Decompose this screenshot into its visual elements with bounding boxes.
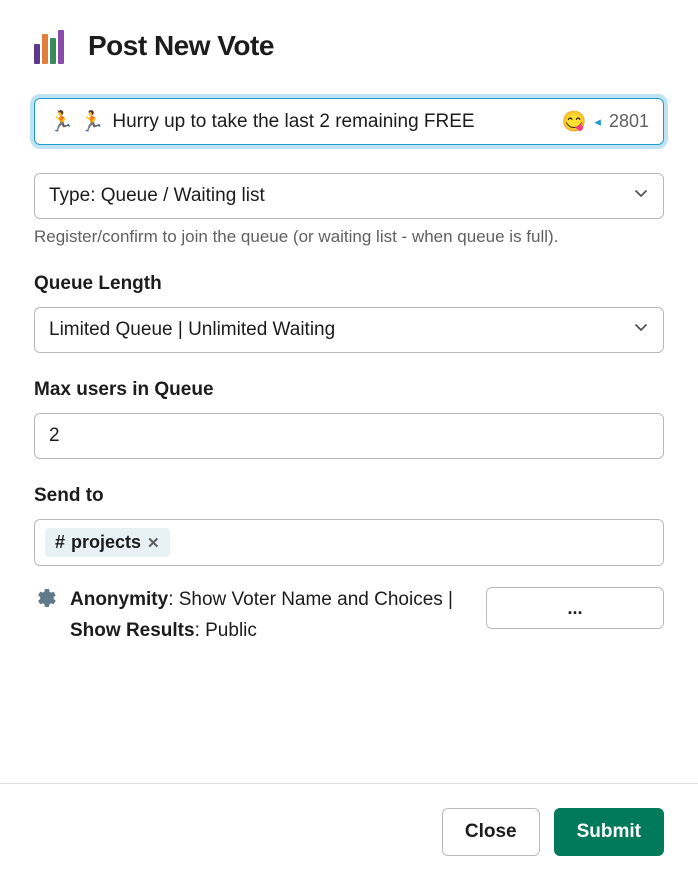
modal-header: Post New Vote xyxy=(34,28,664,64)
anonymity-label: Anonymity xyxy=(70,589,168,610)
max-users-input[interactable] xyxy=(34,413,664,459)
app-logo-icon xyxy=(34,28,70,64)
send-to-input[interactable]: # projects ✕ xyxy=(34,519,664,566)
caret-icon: ◂ xyxy=(594,114,601,130)
close-button[interactable]: Close xyxy=(442,808,540,856)
hash-icon: # xyxy=(55,532,65,553)
max-users-label: Max users in Queue xyxy=(34,379,664,401)
settings-summary-row: Anonymity: Show Voter Name and Choices |… xyxy=(34,584,664,647)
tongue-emoji-icon: 😋 xyxy=(562,109,587,134)
running-emoji-icon: 🏃 🏃 xyxy=(49,109,104,134)
send-to-label: Send to xyxy=(34,485,664,507)
channel-chip[interactable]: # projects ✕ xyxy=(45,528,170,557)
gear-icon xyxy=(34,587,58,616)
channel-name: projects xyxy=(71,532,141,553)
submit-button[interactable]: Submit xyxy=(554,808,664,856)
settings-summary: Anonymity: Show Voter Name and Choices |… xyxy=(70,584,474,647)
chevron-down-icon xyxy=(633,185,649,207)
queue-length-label: Queue Length xyxy=(34,273,664,295)
results-label: Show Results xyxy=(70,620,195,641)
results-value: : Public xyxy=(195,620,257,641)
type-select-value: Type: Queue / Waiting list xyxy=(49,185,265,207)
anonymity-value: : Show Voter Name and Choices | xyxy=(168,589,453,610)
remove-chip-icon[interactable]: ✕ xyxy=(147,534,160,552)
modal-footer: Close Submit xyxy=(0,783,698,880)
queue-length-select[interactable]: Limited Queue | Unlimited Waiting xyxy=(34,307,664,353)
queue-length-value: Limited Queue | Unlimited Waiting xyxy=(49,319,335,341)
post-vote-modal: Post New Vote 🏃 🏃 Hurry up to take the l… xyxy=(0,0,698,880)
modal-body: Post New Vote 🏃 🏃 Hurry up to take the l… xyxy=(0,0,698,783)
modal-title: Post New Vote xyxy=(88,30,274,62)
char-count: 2801 xyxy=(609,111,649,132)
vote-title-input[interactable]: 🏃 🏃 Hurry up to take the last 2 remainin… xyxy=(34,98,664,145)
chevron-down-icon xyxy=(633,319,649,341)
type-select-helper: Register/confirm to join the queue (or w… xyxy=(34,227,664,247)
vote-title-text: Hurry up to take the last 2 remaining FR… xyxy=(112,111,553,133)
more-settings-button[interactable]: ... xyxy=(486,587,664,629)
type-select[interactable]: Type: Queue / Waiting list xyxy=(34,173,664,219)
